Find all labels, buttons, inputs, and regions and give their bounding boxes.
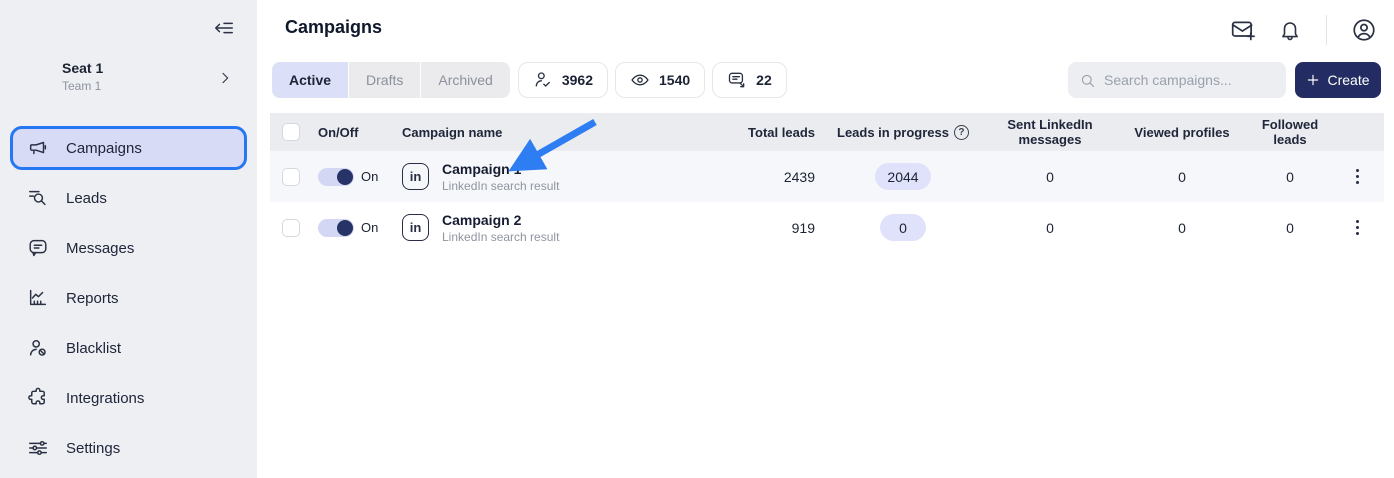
campaign-name[interactable]: Campaign 2 — [442, 212, 559, 228]
col-viewed-profiles: Viewed profiles — [1134, 125, 1229, 140]
campaign-type: LinkedIn search result — [442, 179, 559, 193]
row-checkbox[interactable] — [282, 168, 300, 186]
followed-leads-value: 0 — [1286, 220, 1294, 236]
sidebar-item-label: Settings — [66, 440, 120, 457]
bell-icon[interactable] — [1278, 18, 1302, 42]
row-menu-button[interactable] — [1350, 163, 1366, 191]
viewed-profiles-value: 0 — [1178, 220, 1186, 236]
tab-drafts[interactable]: Drafts — [349, 62, 420, 98]
person-block-icon — [27, 337, 49, 359]
row-toggle[interactable] — [318, 168, 354, 186]
col-leads-in-progress: Leads in progress — [837, 125, 949, 140]
followed-leads-value: 0 — [1286, 169, 1294, 185]
col-sent-messages: Sent LinkedIn messages — [985, 117, 1115, 147]
stat-value: 3962 — [562, 72, 593, 88]
sidebar-item-campaigns[interactable]: Campaigns — [10, 126, 247, 170]
create-button[interactable]: Create — [1295, 62, 1381, 98]
chat-bubble-icon — [27, 237, 49, 259]
search-icon — [1079, 72, 1096, 89]
toggle-label: On — [361, 220, 378, 235]
help-icon[interactable] — [954, 125, 969, 140]
col-campaign-name: Campaign name — [402, 125, 502, 140]
stat-chip-messages[interactable]: 22 — [712, 62, 787, 98]
page-title: Campaigns — [285, 17, 382, 38]
row-menu-button[interactable] — [1350, 214, 1366, 242]
header-divider — [1326, 15, 1327, 45]
row-checkbox[interactable] — [282, 219, 300, 237]
campaign-tabs: Active Drafts Archived — [272, 62, 510, 98]
sidebar: Seat 1 Team 1 Campaigns Leads — [0, 0, 257, 478]
list-search-icon — [27, 187, 49, 209]
campaign-name[interactable]: Campaign 1 — [442, 161, 559, 177]
table-header-row: On/Off Campaign name Total leads Leads i… — [270, 113, 1384, 151]
sidebar-item-label: Campaigns — [66, 140, 142, 157]
chevron-right-icon[interactable] — [217, 70, 233, 86]
search-box — [1068, 62, 1286, 98]
select-all-checkbox[interactable] — [282, 123, 300, 141]
plus-icon — [1306, 73, 1320, 87]
search-input[interactable] — [1104, 72, 1275, 88]
sidebar-item-label: Leads — [66, 190, 107, 207]
viewed-profiles-value: 0 — [1178, 169, 1186, 185]
tab-archived[interactable]: Archived — [421, 62, 509, 98]
sidebar-item-messages[interactable]: Messages — [10, 226, 247, 270]
campaigns-table: On/Off Campaign name Total leads Leads i… — [270, 113, 1384, 253]
megaphone-icon — [27, 137, 49, 159]
stat-chip-leads[interactable]: 3962 — [518, 62, 608, 98]
sidebar-item-label: Integrations — [66, 390, 144, 407]
toolbar: Active Drafts Archived 3962 1540 — [272, 62, 1381, 98]
toggle-knob — [337, 220, 353, 236]
top-icons — [1230, 15, 1377, 45]
stat-chips: 3962 1540 22 — [518, 62, 787, 98]
user-circle-icon[interactable] — [1351, 17, 1377, 43]
sidebar-item-label: Reports — [66, 290, 119, 307]
col-followed-leads: Followed leads — [1249, 117, 1331, 147]
leads-in-progress-badge: 2044 — [875, 163, 930, 190]
linkedin-icon: in — [402, 163, 429, 190]
sidebar-item-leads[interactable]: Leads — [10, 176, 247, 220]
seat-name: Seat 1 — [62, 60, 103, 76]
stat-chip-views[interactable]: 1540 — [615, 62, 705, 98]
sidebar-item-label: Blacklist — [66, 340, 121, 357]
seat-team: Team 1 — [62, 79, 103, 93]
col-on-off: On/Off — [312, 125, 358, 140]
chat-forward-icon — [727, 70, 747, 90]
table-row: On in Campaign 2 LinkedIn search result … — [270, 202, 1384, 253]
eye-icon — [630, 70, 650, 90]
total-leads-value: 2439 — [784, 169, 821, 185]
sidebar-item-integrations[interactable]: Integrations — [10, 376, 247, 420]
total-leads-value: 919 — [792, 220, 821, 236]
sidebar-item-blacklist[interactable]: Blacklist — [10, 326, 247, 370]
sidebar-item-settings[interactable]: Settings — [10, 426, 247, 470]
toggle-label: On — [361, 169, 378, 184]
sent-messages-value: 0 — [1046, 169, 1054, 185]
sidebar-nav: Campaigns Leads Messages — [10, 126, 247, 476]
col-total-leads: Total leads — [748, 125, 821, 140]
leads-in-progress-badge: 0 — [880, 214, 926, 241]
sent-messages-value: 0 — [1046, 220, 1054, 236]
collapse-sidebar-icon[interactable] — [213, 17, 235, 39]
main-content: Campaigns Active Drafts Archived — [257, 0, 1394, 478]
create-button-label: Create — [1327, 72, 1369, 88]
person-check-icon — [533, 70, 553, 90]
mail-add-icon[interactable] — [1230, 17, 1256, 43]
table-row: On in Campaign 1 LinkedIn search result … — [270, 151, 1384, 202]
stat-value: 1540 — [659, 72, 690, 88]
seat-selector[interactable]: Seat 1 Team 1 — [62, 60, 103, 93]
toggle-knob — [337, 169, 353, 185]
tab-active[interactable]: Active — [272, 62, 348, 98]
stat-value: 22 — [756, 72, 772, 88]
bar-chart-icon — [27, 287, 49, 309]
row-toggle[interactable] — [318, 219, 354, 237]
linkedin-icon: in — [402, 214, 429, 241]
sidebar-item-reports[interactable]: Reports — [10, 276, 247, 320]
sliders-icon — [27, 437, 49, 459]
puzzle-icon — [27, 387, 49, 409]
sidebar-item-label: Messages — [66, 240, 134, 257]
campaign-type: LinkedIn search result — [442, 230, 559, 244]
